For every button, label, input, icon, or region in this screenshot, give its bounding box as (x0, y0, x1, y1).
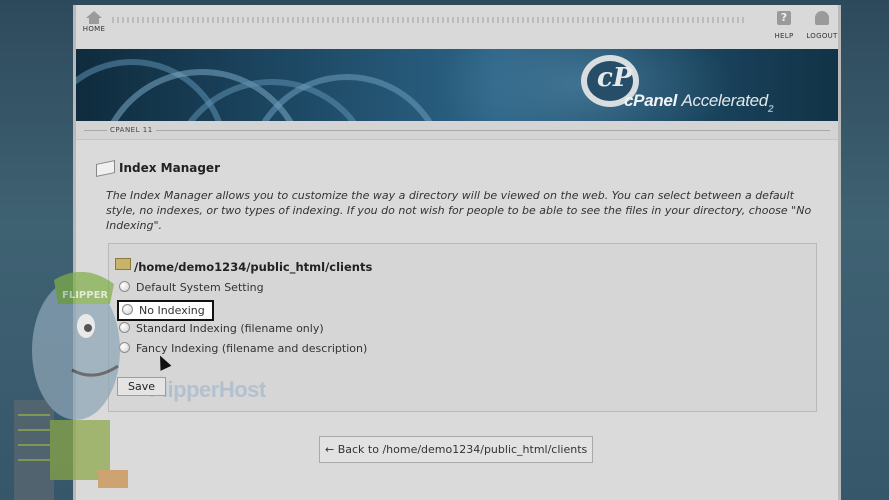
cpanel-window: HOME ? HELP LOGOUT cP cPanel Accelerated… (73, 5, 841, 500)
logout-label: LOGOUT (806, 32, 838, 40)
product-name: Accelerated (681, 91, 768, 110)
cpanel-banner: cP cPanel Accelerated2 (76, 49, 838, 121)
logout-icon (815, 11, 829, 25)
breadcrumb-root[interactable]: CPANEL 11 (107, 126, 156, 134)
main-content: Index Manager The Index Manager allows y… (76, 140, 838, 500)
product-version: 2 (767, 104, 774, 115)
index-manager-icon (96, 159, 115, 178)
home-button[interactable]: HOME (74, 11, 114, 33)
option-no-indexing[interactable]: No Indexing (117, 300, 214, 321)
radio-fancy[interactable] (119, 342, 130, 353)
server-rack (14, 400, 54, 500)
option-fancy-indexing[interactable]: Fancy Indexing (filename and description… (119, 342, 367, 355)
help-icon: ? (777, 11, 791, 25)
option-label: No Indexing (139, 304, 205, 317)
option-label: Standard Indexing (filename only) (136, 322, 324, 335)
top-navigation: HOME ? HELP LOGOUT (76, 5, 838, 49)
logout-button[interactable]: LOGOUT (802, 11, 842, 40)
folder-icon (115, 258, 131, 270)
page-description: The Index Manager allows you to customiz… (106, 189, 812, 232)
breadcrumb-strip: CPANEL 11 (76, 121, 838, 140)
nav-divider (112, 17, 745, 23)
index-settings-panel: /home/demo1234/public_html/clients Defau… (108, 243, 817, 412)
radio-no-indexing[interactable] (122, 304, 133, 315)
cpanel-logo-text: cPanel Accelerated2 (624, 91, 774, 115)
home-label: HOME (82, 25, 106, 33)
help-label: HELP (774, 32, 794, 40)
page-title: Index Manager (119, 161, 220, 175)
radio-standard[interactable] (119, 322, 130, 333)
radio-default[interactable] (119, 281, 130, 292)
cpanel-logo-mark: cP (597, 63, 633, 93)
help-button[interactable]: ? HELP (764, 11, 804, 40)
home-icon (86, 11, 102, 24)
save-button[interactable]: Save (117, 377, 167, 396)
option-default-system-setting[interactable]: Default System Setting (119, 281, 264, 294)
back-link-button[interactable]: ← Back to /home/demo1234/public_html/cli… (319, 436, 594, 463)
option-standard-indexing[interactable]: Standard Indexing (filename only) (119, 322, 324, 335)
strip-divider (84, 130, 830, 131)
flipperhost-watermark: FlipperHost (149, 377, 266, 402)
directory-path: /home/demo1234/public_html/clients (134, 260, 373, 274)
option-label: Fancy Indexing (filename and description… (136, 342, 368, 355)
brand-name: cPanel (624, 91, 678, 110)
option-label: Default System Setting (136, 281, 264, 294)
